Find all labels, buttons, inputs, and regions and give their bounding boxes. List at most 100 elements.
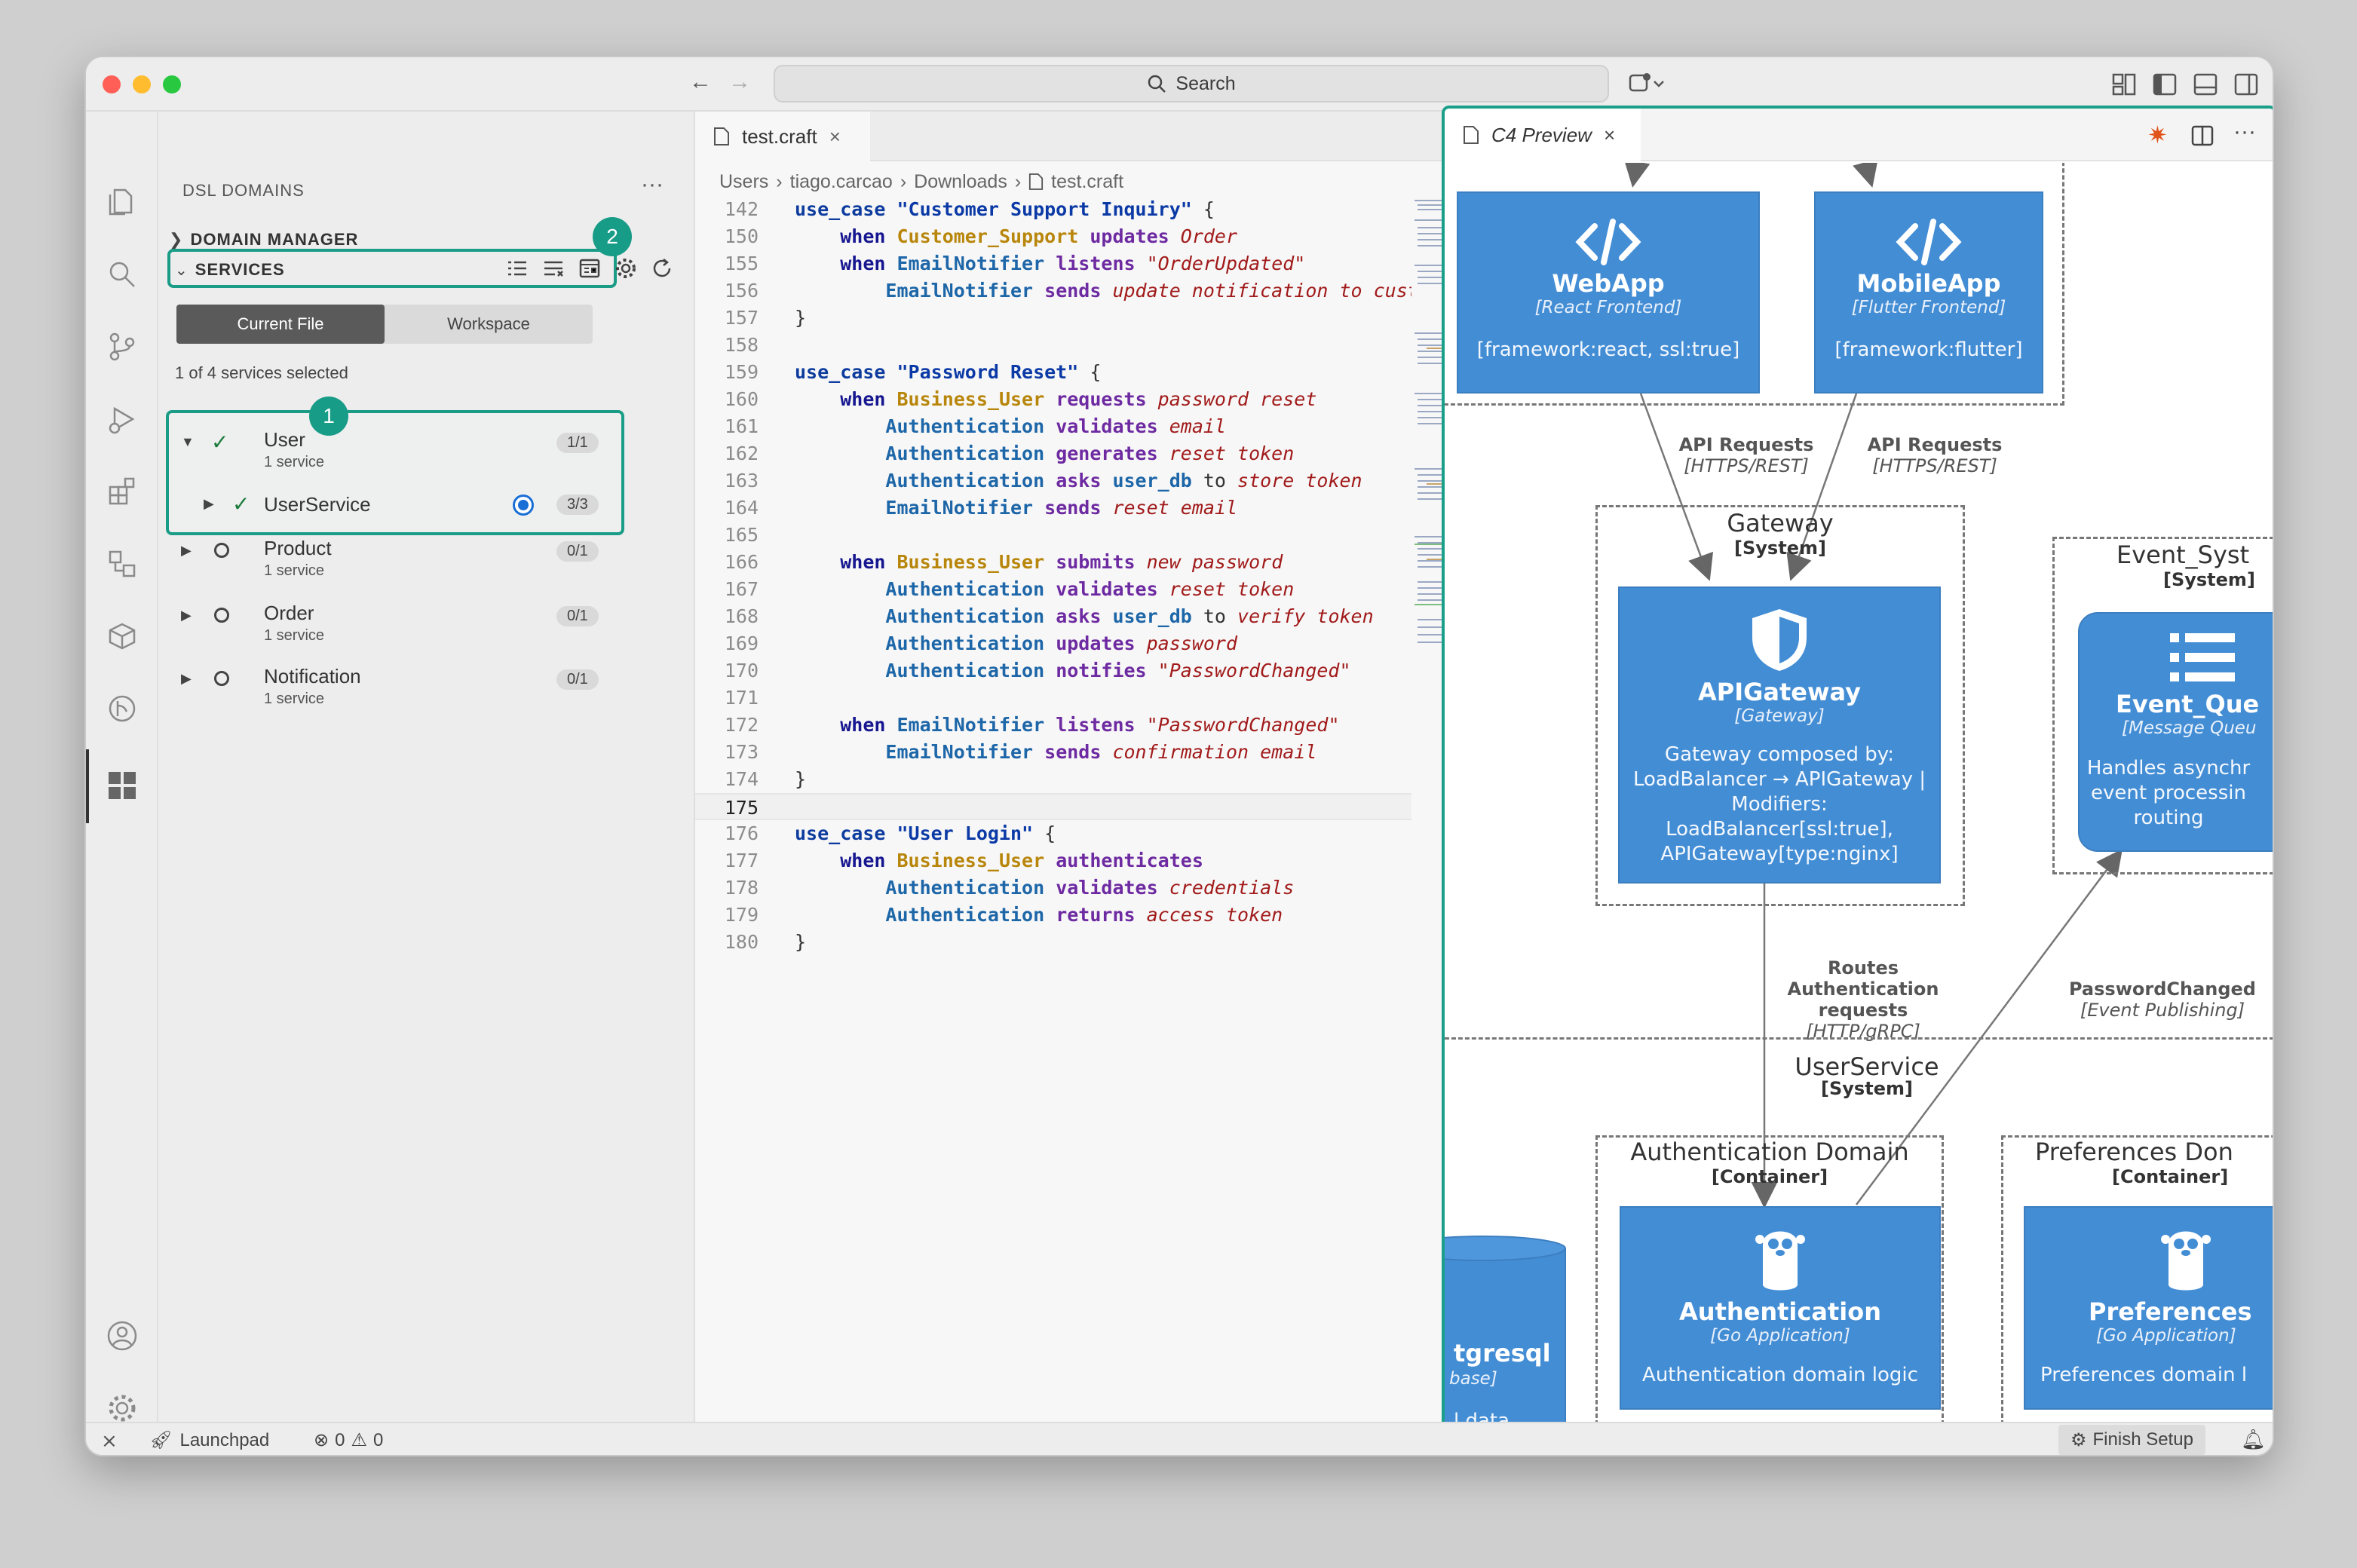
domain-row-user[interactable]: ▼ ✓ User 1 service 1/1: [181, 425, 603, 470]
settings-gear-icon[interactable]: [614, 256, 638, 280]
list-checks-icon[interactable]: [505, 256, 529, 280]
code-line[interactable]: 160 when Business_User requests password…: [695, 386, 1411, 413]
domain-row-order[interactable]: ▶ Order 1 service 0/1: [181, 599, 603, 644]
code-line[interactable]: 172 when EmailNotifier listens "Password…: [695, 712, 1411, 739]
toggle-secondary-sidebar-icon[interactable]: [2233, 72, 2259, 100]
code-line[interactable]: 174}: [695, 766, 1411, 793]
check-icon[interactable]: ✓: [232, 492, 250, 516]
selected-radio-icon[interactable]: [513, 495, 534, 516]
code-line[interactable]: 175: [695, 793, 1411, 820]
code-line[interactable]: 179 Authentication returns access token: [695, 902, 1411, 929]
breadcrumb-item[interactable]: test.craft: [1051, 171, 1123, 193]
code-token: reset token: [1169, 578, 1295, 600]
split-editor-icon[interactable]: [2191, 125, 2214, 146]
code-line[interactable]: 167 Authentication validates reset token: [695, 576, 1411, 603]
code-line[interactable]: 163 Authentication asks user_db to store…: [695, 467, 1411, 495]
unchecked-circle-icon[interactable]: [214, 543, 229, 558]
workspace-tab[interactable]: Workspace: [385, 305, 593, 344]
code-line[interactable]: 157}: [695, 305, 1411, 332]
code-line[interactable]: 173 EmailNotifier sends confirmation ema…: [695, 739, 1411, 766]
code-line[interactable]: 176 use_case "User Login" {: [695, 820, 1411, 847]
authentication-container[interactable]: Authentication [Go Application] Authenti…: [1620, 1206, 1941, 1410]
domain-name: Order: [264, 602, 314, 624]
breadcrumb-item[interactable]: tiago.carcao: [790, 171, 893, 193]
code-line[interactable]: 168 Authentication asks user_db to verif…: [695, 603, 1411, 630]
launchpad-item[interactable]: 🚀︎ Launchpad: [149, 1429, 269, 1451]
code-area[interactable]: 142 use_case "Customer Support Inquiry" {…: [695, 196, 1411, 1402]
code-line[interactable]: 170 Authentication notifies "PasswordCha…: [695, 657, 1411, 684]
accounts-icon[interactable]: [103, 1316, 142, 1355]
domain-row-notification[interactable]: ▶ Notification 1 service 0/1: [181, 662, 603, 707]
code-line[interactable]: 156 EmailNotifier sends update notificat…: [695, 277, 1411, 305]
code-line[interactable]: 178 Authentication validates credentials: [695, 874, 1411, 902]
close-tab-icon[interactable]: ×: [1604, 124, 1615, 147]
run-debug-icon[interactable]: [103, 400, 142, 439]
close-window-button[interactable]: [103, 75, 121, 93]
unchecked-circle-icon[interactable]: [214, 671, 229, 686]
code-token: notifies: [1044, 660, 1158, 681]
code-line[interactable]: 158: [695, 332, 1411, 359]
container-name: tgresql: [1454, 1339, 1551, 1367]
finish-setup-button[interactable]: ⚙ Finish Setup: [2058, 1425, 2205, 1455]
code-line[interactable]: 162 Authentication generates reset token: [695, 440, 1411, 467]
sparkle-icon[interactable]: ✷: [2147, 121, 2168, 149]
notifications-bell-icon[interactable]: 🔔︎: [2241, 1428, 2266, 1451]
unchecked-circle-icon[interactable]: [214, 608, 229, 623]
code-line[interactable]: 171: [695, 684, 1411, 712]
clear-list-icon[interactable]: [541, 256, 565, 280]
explorer-icon[interactable]: [103, 182, 142, 222]
back-arrow-icon[interactable]: ←: [689, 71, 712, 93]
c4-diagram[interactable]: WebApp [React Frontend] [framework:react…: [1445, 163, 2273, 1426]
code-token: "PasswordChanged": [1146, 714, 1340, 736]
command-center-search[interactable]: Search: [774, 65, 1609, 103]
code-line[interactable]: 142 use_case "Customer Support Inquiry" {: [695, 196, 1411, 223]
copilot-icon[interactable]: [1629, 71, 1666, 100]
close-tab-icon[interactable]: ×: [829, 125, 841, 149]
code-line[interactable]: 161 Authentication validates email: [695, 413, 1411, 440]
apigateway-container[interactable]: APIGateway [Gateway] Gateway composed by…: [1618, 586, 1941, 884]
remote-explorer-icon[interactable]: [103, 544, 142, 583]
code-line[interactable]: 150 when Customer_Support updates Order: [695, 223, 1411, 250]
rel-password-changed: PasswordChanged [Event Publishing]: [2049, 978, 2273, 1021]
line-number: 171: [724, 687, 759, 709]
forward-arrow-icon[interactable]: →: [728, 71, 751, 93]
current-file-tab[interactable]: Current File: [176, 305, 385, 344]
breadcrumb-item[interactable]: Users: [719, 171, 768, 193]
more-actions-icon[interactable]: ···: [641, 172, 664, 198]
breadcrumb-item[interactable]: Downloads: [914, 171, 1007, 193]
toggle-primary-sidebar-icon[interactable]: [2152, 72, 2178, 100]
preview-more-actions-icon[interactable]: ···: [2233, 119, 2256, 145]
dsl-domains-icon[interactable]: [103, 766, 142, 805]
event-queue-container[interactable]: Event_Que [Message Queu Handles asynchr …: [2078, 612, 2273, 852]
line-number: 163: [724, 470, 759, 492]
domain-row-product[interactable]: ▶ Product 1 service 0/1: [181, 534, 603, 579]
code-line[interactable]: 180}: [695, 929, 1411, 956]
containers-icon[interactable]: [103, 617, 142, 656]
code-line[interactable]: 169 Authentication updates password: [695, 630, 1411, 657]
remote-indicator-icon[interactable]: ⨯: [101, 1429, 118, 1453]
search-view-icon[interactable]: [103, 255, 142, 294]
preview-panel-icon[interactable]: [578, 256, 602, 280]
code-line[interactable]: 165: [695, 522, 1411, 549]
postgres-database[interactable]: tgresql base] l data: [1445, 1235, 1567, 1426]
code-line[interactable]: 164 EmailNotifier sends reset email: [695, 495, 1411, 522]
git-graph-icon[interactable]: [103, 689, 142, 728]
preferences-container[interactable]: Preferences [Go Application] Preferences…: [2024, 1206, 2273, 1410]
problems-item[interactable]: ⊗ 0 ⚠ 0: [314, 1429, 383, 1451]
tab-c4-preview[interactable]: C4 Preview ×: [1445, 109, 1641, 161]
tab-test-craft[interactable]: test.craft ×: [695, 112, 870, 161]
code-line[interactable]: 166 when Business_User submits new passw…: [695, 549, 1411, 576]
toggle-panel-icon[interactable]: [2193, 72, 2218, 100]
code-line[interactable]: 159 use_case "Password Reset" {: [695, 359, 1411, 386]
check-icon[interactable]: ✓: [211, 430, 228, 455]
customize-layout-icon[interactable]: [2111, 72, 2137, 100]
service-row-userservice[interactable]: ▶ ✓ UserService 3/3: [204, 488, 603, 522]
extensions-icon[interactable]: [103, 472, 142, 511]
code-line[interactable]: 177 when Business_User authenticates: [695, 847, 1411, 874]
minimize-window-button[interactable]: [133, 75, 151, 93]
zoom-window-button[interactable]: [163, 75, 181, 93]
source-control-icon[interactable]: [103, 327, 142, 366]
refresh-icon[interactable]: [650, 256, 674, 280]
code-line[interactable]: 155 when EmailNotifier listens "OrderUpd…: [695, 250, 1411, 277]
